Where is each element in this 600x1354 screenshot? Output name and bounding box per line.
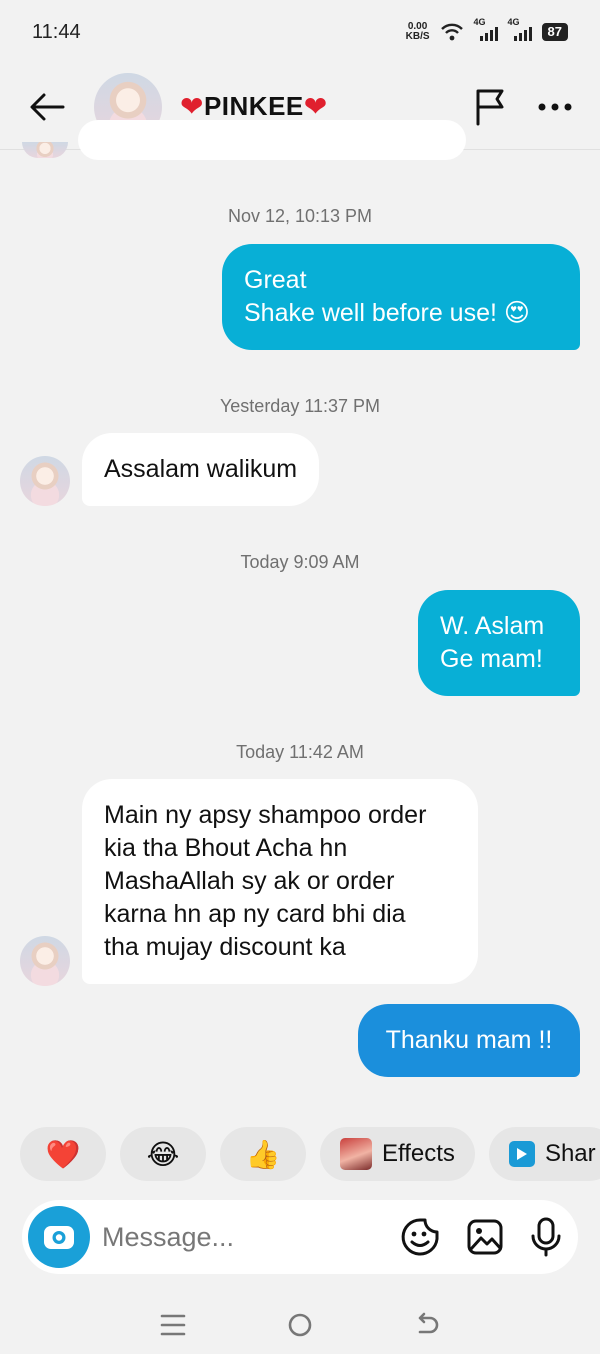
sim2-label: 4G	[507, 17, 520, 27]
net-speed-unit: KB/S	[405, 31, 430, 42]
status-bar: 11:44 0.00 KB/S 4G 4G 87	[0, 0, 600, 64]
timestamp: Yesterday 11:37 PM	[219, 396, 381, 416]
timestamp: Today 11:42 AM	[236, 742, 364, 762]
quick-reactions-bar: ❤️ 😂 👍 Effects Shar	[20, 1127, 600, 1181]
message-text: MashaAllah sy ak or order	[104, 867, 395, 895]
recent-apps-icon[interactable]	[160, 1313, 186, 1337]
system-navigation-bar	[0, 1296, 600, 1354]
heart-icon: ❤	[303, 91, 328, 122]
back-nav-icon[interactable]	[414, 1312, 440, 1338]
camera-icon	[44, 1226, 74, 1249]
message-composer	[22, 1200, 578, 1274]
message-input[interactable]	[102, 1221, 382, 1253]
message-text: karna hn ap ny card bhi dia	[104, 900, 406, 928]
message-bubble-outgoing[interactable]: Great Shake well before use! 😍	[222, 244, 580, 350]
back-button[interactable]	[22, 82, 72, 132]
contact-name-text: PINKEE	[203, 91, 304, 121]
heart-icon: ❤	[180, 91, 204, 122]
camera-button[interactable]	[28, 1206, 90, 1268]
signal-sim1-icon: 4G	[474, 17, 498, 41]
sticker-icon[interactable]	[400, 1217, 440, 1257]
gallery-icon[interactable]	[466, 1218, 504, 1256]
sim1-label: 4G	[473, 17, 486, 27]
home-icon[interactable]	[287, 1312, 313, 1338]
message-text: Great	[244, 266, 307, 294]
message-text: kia tha Bhout Acha hn	[104, 834, 348, 862]
more-horizontal-icon[interactable]	[538, 102, 572, 112]
signal-sim2-icon: 4G	[508, 17, 532, 41]
message-text: W. Aslam	[440, 612, 545, 640]
message-bubble-outgoing[interactable]: W. Aslam Ge mam!	[418, 590, 580, 696]
react-heart-button[interactable]: ❤️	[20, 1127, 106, 1181]
avatar[interactable]	[20, 936, 70, 986]
status-time: 11:44	[32, 20, 81, 43]
effects-button[interactable]: Effects	[320, 1127, 475, 1181]
wifi-icon	[440, 23, 463, 41]
share-label: Shar	[544, 1140, 596, 1167]
header-actions	[474, 88, 572, 126]
microphone-icon[interactable]	[530, 1217, 562, 1257]
message-thread[interactable]: Nov 12, 10:13 PM Great Shake well before…	[0, 120, 600, 1110]
contact-name[interactable]: ❤ PINKEE ❤	[180, 90, 328, 123]
play-icon	[508, 1141, 535, 1167]
composer-actions	[400, 1217, 562, 1257]
message-text: Assalam walikum	[104, 455, 298, 483]
battery-indicator: 87	[541, 23, 568, 41]
effects-thumbnail-icon	[340, 1138, 372, 1170]
message-text: tha mujay discount ka	[104, 933, 346, 961]
net-speed: 0.00 KB/S	[406, 22, 430, 42]
message-bubble-outgoing[interactable]: Thanku mam !!	[358, 1004, 580, 1077]
avatar[interactable]	[20, 456, 70, 506]
status-icons: 0.00 KB/S 4G 4G 87	[406, 17, 568, 42]
message-text: Main ny apsy shampoo order	[104, 801, 427, 829]
avatar	[22, 142, 68, 158]
message-text: Shake well before use! 😍	[244, 299, 530, 327]
message-text: Thanku mam !!	[385, 1026, 553, 1054]
message-bubble-incoming[interactable]: Assalam walikum	[82, 433, 320, 506]
react-laugh-button[interactable]: 😂	[120, 1127, 206, 1181]
message-bubble-incoming-partial[interactable]	[78, 120, 466, 160]
flag-icon[interactable]	[474, 88, 508, 126]
effects-label: Effects	[382, 1140, 455, 1167]
timestamp: Nov 12, 10:13 PM	[227, 206, 373, 226]
message-bubble-incoming[interactable]: Main ny apsy shampoo order kia tha Bhout…	[82, 779, 478, 984]
arrow-left-icon	[30, 93, 65, 120]
react-thumbs-up-button[interactable]: 👍	[220, 1127, 306, 1181]
share-button[interactable]: Shar	[488, 1127, 600, 1181]
message-text: Ge mam!	[440, 645, 543, 673]
timestamp: Today 9:09 AM	[240, 552, 360, 572]
